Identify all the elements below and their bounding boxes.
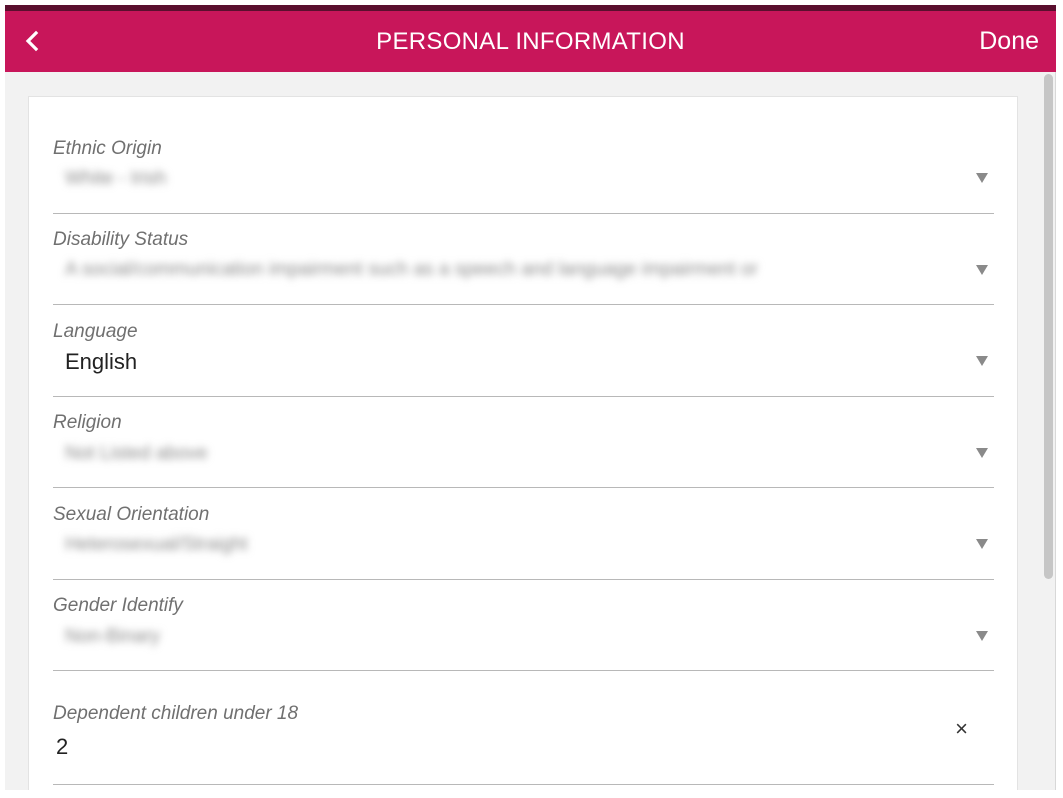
field-label: Religion	[53, 412, 122, 433]
field-label: Disability Status	[53, 229, 189, 250]
field-label: Language	[53, 321, 138, 342]
dropdown-arrow-icon[interactable]	[976, 631, 988, 641]
dependent-children-field[interactable]: Dependent children under 18 2 ×	[53, 703, 994, 785]
app-window: PERSONAL INFORMATION Done Ethnic Origin …	[0, 0, 1063, 798]
field-label: Gender Identify	[53, 595, 183, 616]
dependent-children-input[interactable]: 2	[56, 734, 68, 760]
ethnic-origin-field[interactable]: Ethnic Origin White - Irish	[53, 138, 994, 214]
content-area[interactable]: Ethnic Origin White - Irish Disability S…	[5, 72, 1056, 790]
dropdown-arrow-icon[interactable]	[976, 173, 988, 183]
gender-identity-field[interactable]: Gender Identify Non-Binary	[53, 595, 994, 671]
field-label: Ethnic Origin	[53, 138, 162, 159]
field-label: Sexual Orientation	[53, 504, 210, 525]
dropdown-arrow-icon[interactable]	[976, 539, 988, 549]
personal-info-card: Ethnic Origin White - Irish Disability S…	[28, 96, 1018, 790]
field-value: Non-Binary	[65, 626, 161, 647]
dropdown-arrow-icon[interactable]	[976, 448, 988, 458]
clear-icon[interactable]: ×	[955, 718, 968, 740]
app-header: PERSONAL INFORMATION Done	[5, 11, 1056, 72]
field-value: White - Irish	[65, 168, 167, 189]
dropdown-arrow-icon[interactable]	[976, 265, 988, 275]
religion-field[interactable]: Religion Not Listed above	[53, 412, 994, 488]
done-button[interactable]: Done	[979, 11, 1039, 72]
scrollbar[interactable]	[1044, 74, 1053, 579]
sexual-orientation-field[interactable]: Sexual Orientation Heterosexual/Straight	[53, 504, 994, 580]
page-title: PERSONAL INFORMATION	[376, 27, 685, 55]
disability-status-field[interactable]: Disability Status A social/communication…	[53, 229, 994, 305]
language-field[interactable]: Language English	[53, 321, 994, 397]
field-label: Dependent children under 18	[53, 703, 299, 724]
field-value: English	[65, 349, 138, 374]
field-value: Heterosexual/Straight	[65, 534, 248, 555]
field-value: A social/communication impairment such a…	[65, 259, 758, 280]
field-value: Not Listed above	[65, 443, 208, 464]
dropdown-arrow-icon[interactable]	[976, 356, 988, 366]
